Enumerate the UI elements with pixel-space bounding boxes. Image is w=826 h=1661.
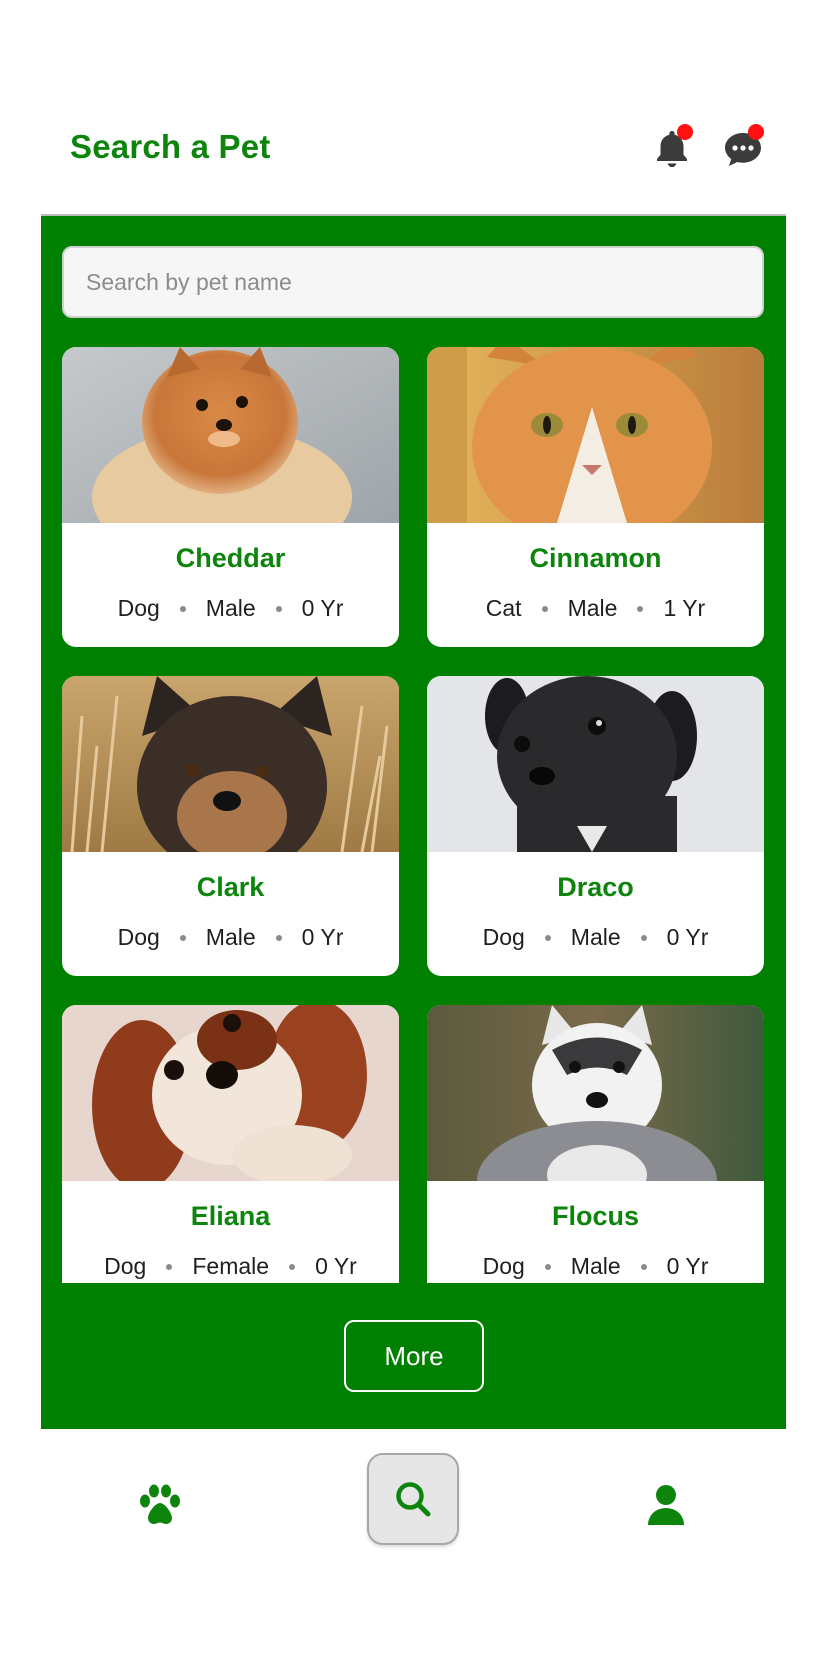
pet-card[interactable]: Cheddar Dog Male 0 Yr <box>62 347 399 647</box>
separator-dot <box>637 605 644 612</box>
pet-name: Cheddar <box>175 543 286 573</box>
pet-photo-flocus <box>427 1005 764 1181</box>
pet-gender: Male <box>205 924 256 950</box>
pet-gender: Female <box>192 1253 270 1279</box>
pet-card[interactable]: Clark Dog Male 0 Yr <box>62 676 399 976</box>
pet-gender: Male <box>205 595 256 621</box>
pet-photo-clark <box>62 676 399 852</box>
pet-name: Draco <box>557 872 634 902</box>
separator-dot <box>179 934 186 941</box>
message-badge <box>748 124 764 140</box>
pet-card[interactable]: Eliana Dog Female 0 Yr <box>62 1005 399 1283</box>
pet-details: Cat Male 1 Yr <box>427 595 764 622</box>
pet-photo-draco <box>427 676 764 852</box>
pet-species: Dog <box>482 924 525 950</box>
tab-pets[interactable] <box>130 1475 190 1535</box>
more-button[interactable]: More <box>344 1320 484 1392</box>
pet-photo-eliana <box>62 1005 399 1181</box>
pet-age: 0 Yr <box>301 595 344 621</box>
pet-details: Dog Female 0 Yr <box>62 1253 399 1280</box>
pet-gender: Male <box>570 924 621 950</box>
pet-photo-cheddar <box>62 347 399 523</box>
pet-species: Dog <box>117 924 160 950</box>
pet-age: 0 Yr <box>301 924 344 950</box>
pet-species: Dog <box>482 1253 525 1279</box>
paw-icon <box>140 1484 180 1524</box>
pet-species: Cat <box>485 595 522 621</box>
separator-dot <box>640 1263 647 1270</box>
bottom-tab-bar <box>0 1431 826 1561</box>
pet-grid[interactable]: Cheddar Dog Male 0 Yr Cinnamon Cat Male … <box>62 347 764 1283</box>
separator-dot <box>275 934 282 941</box>
search-input[interactable] <box>62 246 764 318</box>
pet-card[interactable]: Cinnamon Cat Male 1 Yr <box>427 347 764 647</box>
pet-search-panel: Cheddar Dog Male 0 Yr <box>41 214 786 1429</box>
pet-species: Dog <box>104 1253 147 1279</box>
user-icon <box>648 1485 684 1525</box>
separator-dot <box>179 605 186 612</box>
pet-name: Flocus <box>551 1201 639 1231</box>
pet-age: 0 Yr <box>315 1253 357 1279</box>
pet-species: Dog <box>117 595 160 621</box>
pet-details: Dog Male 0 Yr <box>62 595 399 622</box>
pet-gender: Male <box>567 595 618 621</box>
app-header: Search a Pet <box>0 0 826 212</box>
notification-badge <box>677 124 693 140</box>
pet-details: Dog Male 0 Yr <box>427 924 764 951</box>
separator-dot <box>275 605 282 612</box>
notifications-button[interactable] <box>647 124 697 174</box>
separator-dot <box>640 934 647 941</box>
messages-button[interactable] <box>718 124 768 174</box>
separator-dot <box>544 1263 551 1270</box>
pet-name: Cinnamon <box>529 543 662 573</box>
pet-age: 0 Yr <box>666 1253 709 1279</box>
tab-profile[interactable] <box>636 1475 696 1535</box>
pet-details: Dog Male 0 Yr <box>62 924 399 951</box>
search-icon <box>396 1482 431 1517</box>
separator-dot <box>289 1263 296 1270</box>
page-title: Search a Pet <box>70 128 271 165</box>
separator-dot <box>544 934 551 941</box>
pet-card[interactable]: Flocus Dog Male 0 Yr <box>427 1005 764 1283</box>
separator-dot <box>541 605 548 612</box>
pet-age: 0 Yr <box>666 924 709 950</box>
pet-card[interactable]: Draco Dog Male 0 Yr <box>427 676 764 976</box>
pet-details: Dog Male 0 Yr <box>427 1253 764 1280</box>
pet-name: Clark <box>196 872 265 902</box>
pet-gender: Male <box>570 1253 621 1279</box>
pet-photo-cinnamon <box>427 347 764 523</box>
separator-dot <box>166 1263 173 1270</box>
tab-search[interactable] <box>367 1453 459 1545</box>
pet-name: Eliana <box>190 1201 271 1231</box>
pet-age: 1 Yr <box>663 595 706 621</box>
